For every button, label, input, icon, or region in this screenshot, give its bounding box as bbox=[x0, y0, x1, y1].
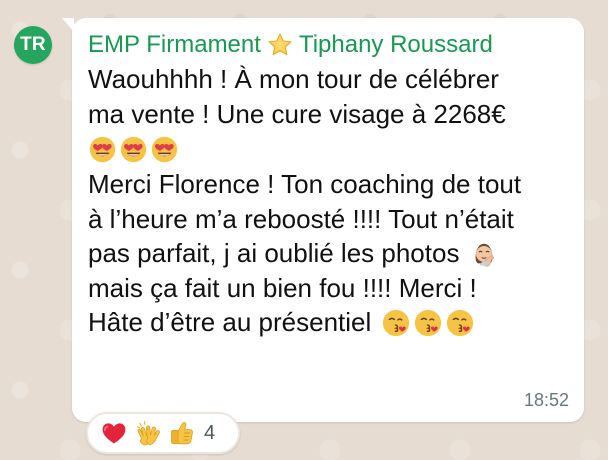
message-line-5-wrapper: pas parfait, j ai oublié les photos bbox=[88, 236, 558, 271]
kissing-face-icon bbox=[413, 308, 443, 338]
heart-eyes-icon bbox=[88, 135, 117, 164]
heart-eyes-icon bbox=[119, 135, 148, 164]
clapping-hands-icon bbox=[134, 419, 162, 447]
message-bubble[interactable]: EMP Firmament Tiphany Roussard Waouhhhh … bbox=[62, 18, 584, 422]
avatar-initials: TR bbox=[20, 34, 46, 55]
sender-name: Tiphany Roussard bbox=[298, 31, 493, 58]
message-line-7-wrapper: Hâte d’être au présentiel bbox=[88, 305, 558, 340]
message-text: Waouhhhh ! À mon tour de célébrer ma ven… bbox=[88, 62, 558, 340]
message-line-1: Waouhhhh ! À mon tour de célébrer bbox=[88, 64, 499, 94]
heart-eyes-emoji-row bbox=[88, 131, 558, 167]
red-heart-icon bbox=[100, 419, 128, 447]
sender-group-name: EMP Firmament bbox=[88, 31, 261, 58]
reaction-count: 4 bbox=[204, 421, 216, 444]
message-line-7: Hâte d’être au présentiel bbox=[88, 307, 372, 337]
kissing-face-icon bbox=[381, 308, 411, 338]
message-timestamp: 18:52 bbox=[523, 390, 569, 410]
thumbs-up-icon bbox=[168, 419, 196, 447]
sender-avatar[interactable]: TR bbox=[14, 26, 52, 64]
message-reactions[interactable]: 4 bbox=[86, 412, 240, 454]
message-line-5: pas parfait, j ai oublié les photos bbox=[88, 238, 460, 268]
sender-header[interactable]: EMP Firmament Tiphany Roussard bbox=[88, 30, 568, 60]
facepalm-woman-icon bbox=[469, 239, 499, 269]
message-line-6: mais ça fait un bien fou !!!! Merci ! bbox=[88, 272, 477, 303]
star-icon bbox=[267, 32, 293, 58]
kissing-face-icon bbox=[445, 308, 475, 338]
message-line-3: Merci Florence ! Ton coaching de tout bbox=[88, 169, 522, 199]
message-line-2: ma vente ! Une cure visage à 2268€ bbox=[88, 98, 506, 129]
heart-eyes-icon bbox=[150, 135, 179, 164]
message-line-4: à l’heure m’a reboosté !!!! Tout n’était bbox=[88, 203, 514, 234]
